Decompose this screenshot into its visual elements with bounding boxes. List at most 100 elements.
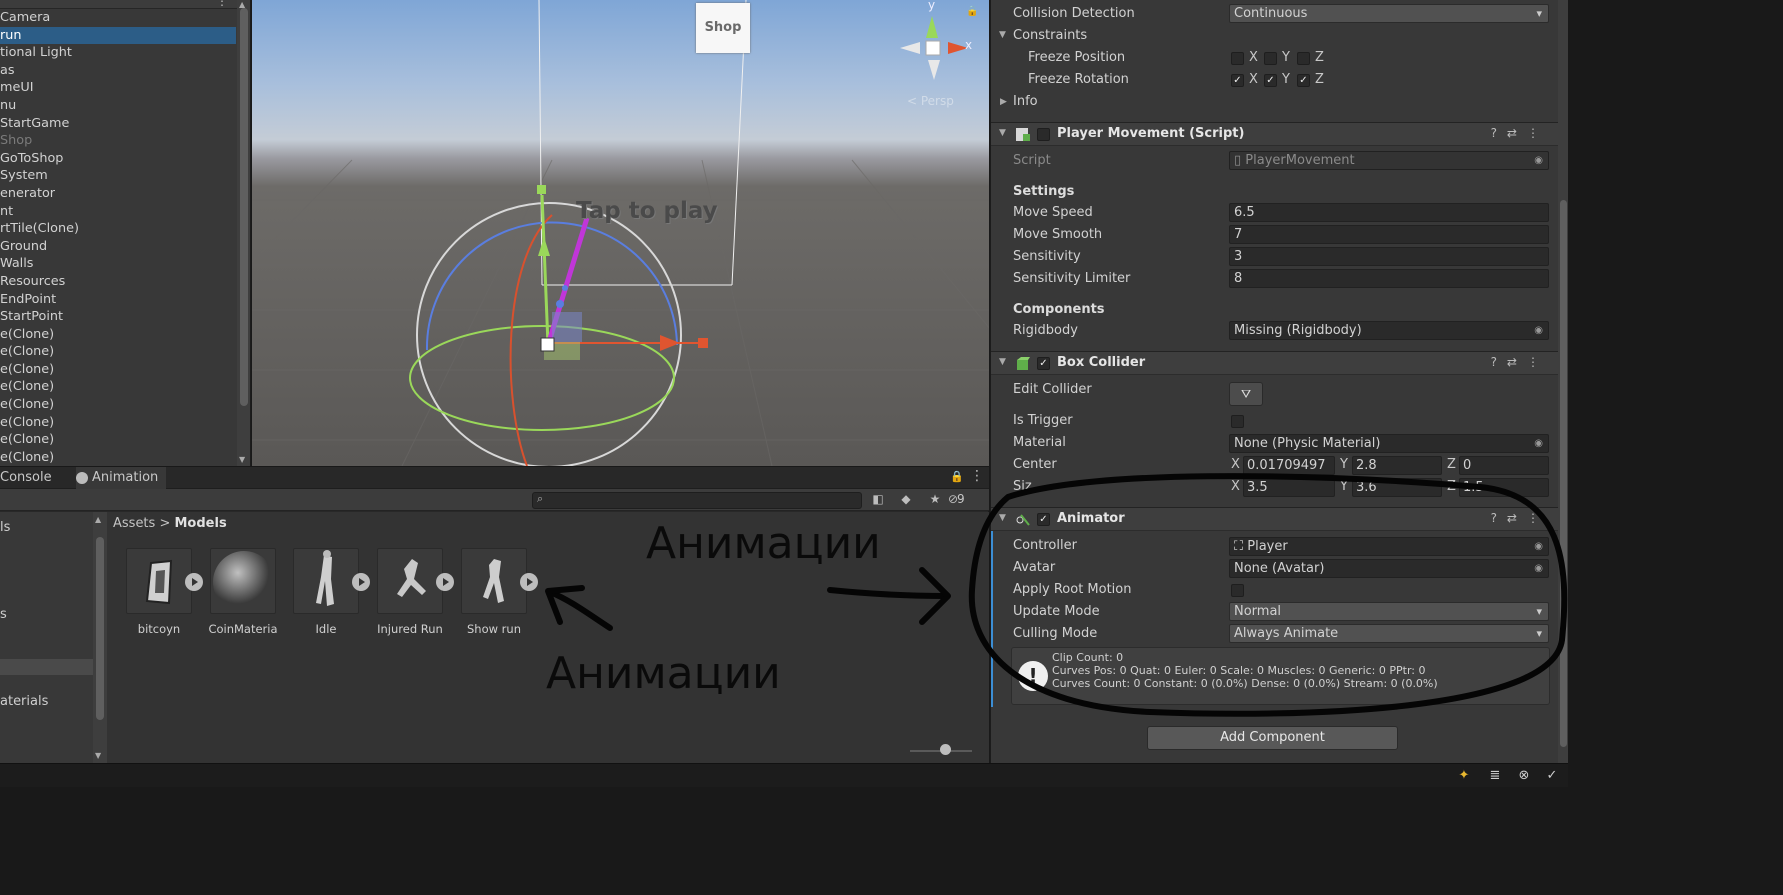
material-field[interactable]: None (Physic Material) [1229, 434, 1549, 453]
hierarchy-item[interactable]: Ground [0, 238, 236, 256]
shop-button-preview[interactable]: Shop [696, 3, 750, 53]
hierarchy-item[interactable]: as [0, 62, 236, 80]
hierarchy-item[interactable]: StartPoint [0, 308, 236, 326]
add-component-button[interactable]: Add Component [1147, 726, 1398, 750]
freeze-rotation-x-checkbox[interactable]: ✓ [1231, 74, 1244, 87]
rigidbody-field[interactable]: Missing (Rigidbody) [1229, 321, 1549, 340]
hierarchy-item[interactable]: meUI [0, 79, 236, 97]
favorite-star-icon[interactable]: ★ [925, 492, 945, 508]
sensitivity-limiter-input[interactable]: 8 [1229, 269, 1549, 288]
fold-open-icon[interactable]: ▼ [999, 357, 1006, 367]
component-tools[interactable]: ?⇄⋮ [1491, 126, 1549, 140]
folder-item[interactable]: ls [0, 520, 10, 535]
play-icon[interactable] [436, 573, 454, 591]
hierarchy-item[interactable]: e(Clone) [0, 431, 236, 449]
script-field[interactable]: ▯ PlayerMovement [1229, 151, 1549, 170]
lock-icon[interactable]: 🔒 [950, 470, 964, 483]
hierarchy-item[interactable]: e(Clone) [0, 326, 236, 344]
component-tools[interactable]: ?⇄⋮ [1491, 511, 1549, 525]
hierarchy-item[interactable]: System [0, 167, 236, 185]
hierarchy-item[interactable]: e(Clone) [0, 396, 236, 414]
hierarchy-item[interactable]: run [0, 26, 236, 45]
update-mode-dropdown[interactable]: Normal [1229, 602, 1549, 621]
asset-show-run[interactable]: Show run [459, 548, 529, 636]
hierarchy-item[interactable]: e(Clone) [0, 449, 236, 466]
breadcrumb-models[interactable]: Models [175, 516, 227, 531]
player-movement-enabled-checkbox[interactable] [1037, 128, 1050, 141]
is-trigger-checkbox[interactable] [1231, 415, 1244, 428]
scrollbar-thumb[interactable] [240, 8, 248, 406]
move-y-arrow[interactable] [538, 237, 550, 256]
fold-open-icon[interactable]: ▼ [999, 30, 1006, 40]
box-collider-header[interactable]: ▼ ✓ Box Collider ?⇄⋮ [991, 351, 1568, 375]
collision-detection-dropdown[interactable]: Continuous [1229, 4, 1549, 23]
folder-scrollbar[interactable]: ▲ ▼ [93, 512, 107, 763]
move-speed-input[interactable]: 6.5 [1229, 203, 1549, 222]
hierarchy-item[interactable]: nu [0, 97, 236, 115]
scroll-down-icon[interactable]: ▼ [239, 455, 245, 464]
scrollbar-thumb[interactable] [1560, 200, 1567, 747]
move-y-axis[interactable] [540, 194, 550, 346]
center-y-input[interactable]: 2.8 [1352, 456, 1442, 475]
perspective-label[interactable]: < Persp [907, 94, 954, 108]
check-icon[interactable]: ✓ [1544, 768, 1560, 784]
fold-open-icon[interactable]: ▼ [999, 128, 1006, 138]
info-foldout[interactable]: Info [1013, 92, 1038, 112]
folder-item[interactable]: aterials [0, 694, 48, 709]
tab-animation[interactable]: Animation [76, 467, 167, 489]
tab-console[interactable]: Console [0, 467, 52, 489]
animator-enabled-checkbox[interactable]: ✓ [1037, 513, 1050, 526]
folder-item[interactable]: s [0, 607, 7, 622]
asset-coinmaterial[interactable]: CoinMateria [208, 548, 278, 636]
search-input[interactable] [532, 492, 862, 509]
hierarchy-item[interactable]: rtTile(Clone) [0, 220, 236, 238]
fold-closed-icon[interactable]: ▶ [1000, 97, 1007, 107]
scale-y-handle[interactable] [537, 185, 546, 194]
hierarchy-item[interactable]: e(Clone) [0, 361, 236, 379]
filter-by-type-icon[interactable]: ◧ [868, 492, 888, 508]
size-x-input[interactable]: 3.5 [1243, 478, 1335, 497]
hierarchy-item[interactable]: tional Light [0, 44, 236, 62]
play-icon[interactable] [185, 573, 203, 591]
asset-bitcoyn[interactable]: bitcoyn [124, 548, 194, 636]
hierarchy-item[interactable]: Shop [0, 132, 236, 150]
hierarchy-item[interactable]: StartGame [0, 115, 236, 133]
player-box[interactable] [552, 312, 582, 342]
scroll-up-icon[interactable]: ▲ [95, 515, 101, 524]
hierarchy-item[interactable]: e(Clone) [0, 414, 236, 432]
box-collider-enabled-checkbox[interactable]: ✓ [1037, 357, 1050, 370]
animator-header[interactable]: ▼ ✓ Animator ?⇄⋮ [991, 507, 1568, 531]
edit-collider-button[interactable]: ⛛ [1229, 382, 1263, 406]
freeze-position-x-checkbox[interactable] [1231, 52, 1244, 65]
center-z-input[interactable]: 0 [1459, 456, 1549, 475]
center-handle[interactable] [540, 337, 555, 352]
center-x-input[interactable]: 0.01709497 [1243, 456, 1335, 475]
player-movement-header[interactable]: ▼ Player Movement (Script) ?⇄⋮ [991, 122, 1568, 146]
asset-idle[interactable]: Idle [291, 548, 361, 636]
hierarchy-menu-icon[interactable]: ⋮ [216, 0, 228, 8]
fold-open-icon[interactable]: ▼ [999, 513, 1006, 523]
database-icon[interactable]: ≣ [1487, 768, 1503, 784]
move-smooth-input[interactable]: 7 [1229, 225, 1549, 244]
gizmo-point[interactable] [562, 285, 568, 291]
avatar-field[interactable]: None (Avatar) [1229, 559, 1549, 578]
hierarchy-item[interactable]: nt [0, 203, 236, 221]
inspector-scrollbar[interactable] [1558, 0, 1568, 763]
hierarchy-item[interactable]: Walls [0, 255, 236, 273]
hierarchy-item[interactable]: Camera [0, 9, 236, 27]
size-z-input[interactable]: 1.5 [1459, 478, 1549, 497]
culling-mode-dropdown[interactable]: Always Animate [1229, 624, 1549, 643]
lock-icon[interactable]: 🔒 [966, 6, 978, 17]
network-off-icon[interactable]: ⊗ [1516, 768, 1532, 784]
freeze-position-z-checkbox[interactable] [1297, 52, 1310, 65]
hierarchy-scrollbar[interactable]: ▲ ▼ [237, 0, 250, 466]
sensitivity-input[interactable]: 3 [1229, 247, 1549, 266]
freeze-rotation-y-checkbox[interactable]: ✓ [1264, 74, 1277, 87]
freeze-position-y-checkbox[interactable] [1264, 52, 1277, 65]
hierarchy-item[interactable]: e(Clone) [0, 378, 236, 396]
freeze-rotation-z-checkbox[interactable]: ✓ [1297, 74, 1310, 87]
size-y-input[interactable]: 3.6 [1352, 478, 1442, 497]
zoom-slider-thumb[interactable] [940, 744, 951, 755]
hierarchy-item[interactable]: e(Clone) [0, 343, 236, 361]
scroll-down-icon[interactable]: ▼ [95, 751, 101, 760]
